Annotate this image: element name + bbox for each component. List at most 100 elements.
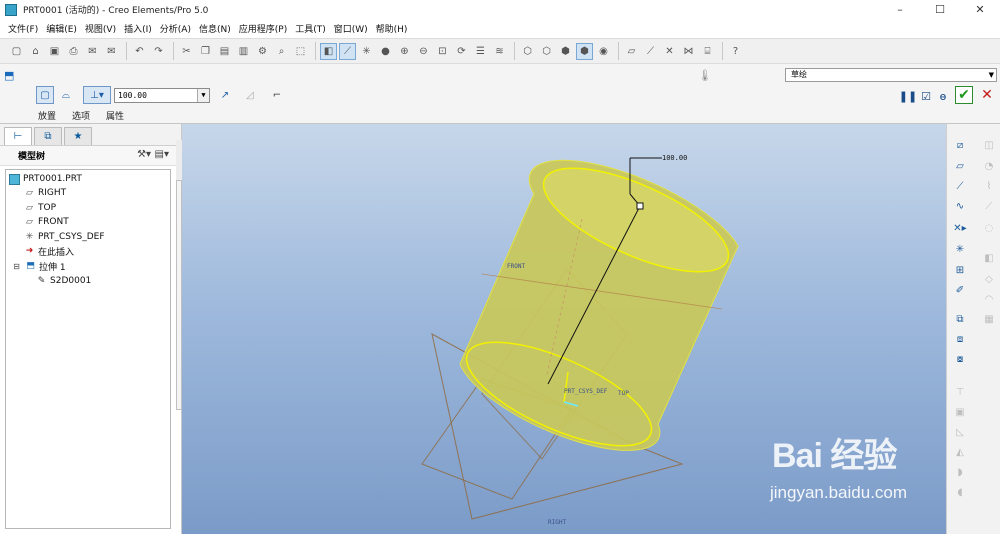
model-tree: PRT0001.PRT ▱ RIGHT ▱ TOP ▱ FRONT ✳ PRT_… (5, 169, 171, 529)
cut-icon[interactable]: ✂ (178, 43, 195, 60)
tree-item-top[interactable]: ▱ TOP (24, 201, 56, 215)
menu-tools[interactable]: 工具(T) (291, 22, 330, 35)
context-help-icon[interactable]: ? (727, 43, 744, 60)
menu-view[interactable]: 视图(V) (81, 22, 120, 35)
toolbar-divider (173, 42, 174, 60)
menu-info[interactable]: 信息(N) (195, 22, 235, 35)
hidden-line-icon[interactable]: ⬡ (538, 43, 555, 60)
print-icon[interactable]: ⎙ (65, 43, 82, 60)
copy-icon[interactable]: ❐ (197, 43, 214, 60)
paste-special-icon[interactable]: ▥ (235, 43, 252, 60)
datum-plane-tool-icon[interactable]: ⧄ (952, 137, 968, 153)
depth-option-icon[interactable]: ⊥▾ (83, 86, 111, 104)
tree-item-right[interactable]: ▱ RIGHT (24, 186, 66, 200)
depth-dimension-value[interactable]: 100.00 (662, 154, 687, 162)
menu-window[interactable]: 窗口(W) (330, 22, 372, 35)
filter-select[interactable]: 草绘 ▼ (785, 68, 997, 82)
extrude-feature-icon: ⬒ (4, 69, 15, 82)
axis-display-icon[interactable]: ⟋ (339, 42, 356, 60)
verify-glasses-icon[interactable]: ɵ (934, 87, 952, 105)
menu-insert[interactable]: 插入(I) (120, 22, 156, 35)
pause-button[interactable]: ❚❚ (899, 87, 917, 105)
enhanced-realism-icon[interactable]: ◉ (595, 43, 612, 60)
top-plane-label: TOP (618, 390, 629, 397)
zoom-out-icon[interactable]: ⊖ (415, 43, 432, 60)
copy-feature-icon[interactable]: ⧉ (952, 311, 968, 327)
menu-file[interactable]: 文件(F) (4, 22, 42, 35)
tree-item-csys[interactable]: ✳ PRT_CSYS_DEF (24, 230, 105, 244)
cancel-button[interactable]: ✕ (978, 86, 996, 104)
plane-tool-icon[interactable]: ▱ (952, 158, 968, 174)
menu-edit[interactable]: 编辑(E) (42, 22, 81, 35)
minimize-button[interactable]: – (880, 0, 920, 19)
sketch-tool-icon[interactable]: ✐ (952, 282, 968, 298)
reorient-icon[interactable]: ⟳ (453, 43, 470, 60)
depth-dropdown-icon[interactable]: ▼ (197, 89, 209, 102)
saved-views-icon[interactable]: ☰ (472, 43, 489, 60)
point-display-icon[interactable]: ✳ (358, 43, 375, 60)
menu-applications[interactable]: 应用程序(P) (235, 22, 291, 35)
menu-help[interactable]: 帮助(H) (372, 22, 412, 35)
tab-properties[interactable]: 属性 (106, 109, 124, 122)
tree-item-sketch[interactable]: ✎ S2D0001 (36, 274, 92, 288)
regenerate-icon[interactable]: ⚙ (254, 43, 271, 60)
datum-point-toggle-icon[interactable]: ✕ (661, 43, 678, 60)
tree-item-part[interactable]: PRT0001.PRT (9, 172, 82, 186)
depth-input[interactable]: 100.00 ▼ (114, 88, 210, 103)
wireframe-icon[interactable]: ⬡ (519, 43, 536, 60)
front-plane-label: FRONT (507, 263, 526, 270)
expand-icon[interactable]: ⊟ (11, 261, 22, 272)
tree-item-insert-here[interactable]: ➜ 在此插入 (24, 244, 74, 258)
shading-icon[interactable]: ⬢ (576, 42, 593, 60)
refit-icon[interactable]: ⊡ (434, 43, 451, 60)
close-button[interactable]: ✕ (960, 0, 1000, 19)
tree-item-front[interactable]: ▱ FRONT (24, 215, 69, 229)
tree-item-extrude[interactable]: ⊟ ⬒ 拉伸 1 (11, 259, 65, 273)
tab-favorites-icon[interactable]: ★ (64, 127, 92, 145)
mirror-tool-icon[interactable]: ⧈ (952, 331, 968, 347)
preview-checkbox[interactable]: ☑ (917, 87, 935, 105)
csys-toggle-icon[interactable]: ⋈ (680, 43, 697, 60)
csys-tool-icon[interactable]: ✳ (952, 241, 968, 257)
graphics-viewport[interactable]: 100.00 FRONT TOP PRT_CSYS_DEF RIGHT (182, 124, 946, 534)
ok-button[interactable]: ✔ (955, 86, 973, 104)
paste-icon[interactable]: ▤ (216, 43, 233, 60)
surface-extrude-icon[interactable]: ⌓ (57, 86, 75, 104)
zoom-in-icon[interactable]: ⊕ (396, 43, 413, 60)
tab-placement[interactable]: 放置 (38, 109, 56, 122)
flip-direction-icon[interactable]: ↗ (216, 86, 234, 104)
datum-plane-toggle-icon[interactable]: ▱ (623, 43, 640, 60)
tab-options[interactable]: 选项 (72, 109, 90, 122)
send-link-icon[interactable]: ✉ (103, 43, 120, 60)
solid-extrude-icon[interactable]: ▢ (36, 86, 54, 104)
maximize-button[interactable]: ☐ (920, 0, 960, 19)
save-icon[interactable]: ▣ (46, 43, 63, 60)
find-icon[interactable]: ⌕ (273, 43, 290, 60)
selection-box-icon[interactable]: ⬚ (292, 43, 309, 60)
undo-icon[interactable]: ↶ (131, 43, 148, 60)
no-hidden-icon[interactable]: ⬢ (557, 43, 574, 60)
annotation-toggle-icon[interactable]: ⌸ (699, 43, 716, 60)
axis-tool-icon[interactable]: ⟋ (952, 178, 968, 194)
analysis-tool-icon[interactable]: ⊞ (952, 262, 968, 278)
blend-tool-icon: ⟋ (985, 200, 993, 212)
tab-model-tree-icon[interactable]: ⊢ (4, 127, 32, 145)
send-mail-icon[interactable]: ✉ (84, 43, 101, 60)
datum-axis-toggle-icon[interactable]: ⟋ (642, 43, 659, 60)
new-file-icon[interactable]: ▢ (8, 43, 25, 60)
tab-folder-browser-icon[interactable]: ⧉ (34, 127, 62, 145)
shade-sphere-icon[interactable]: ● (377, 43, 394, 60)
tree-settings-icon[interactable]: ⚒▾ ▤▾ (137, 149, 169, 160)
remove-material-icon[interactable]: ◿ (241, 86, 259, 104)
open-file-icon[interactable]: ⌂ (27, 43, 44, 60)
redo-icon[interactable]: ↷ (150, 43, 167, 60)
menu-analysis[interactable]: 分析(A) (156, 22, 195, 35)
merge-tool-icon[interactable]: ⧇ (952, 351, 968, 367)
plane-display-icon[interactable]: ◧ (320, 42, 337, 60)
layers-icon[interactable]: ≋ (491, 43, 508, 60)
curve-tool-icon[interactable]: ∿ (952, 198, 968, 214)
part-icon (9, 173, 20, 185)
point-tool-icon[interactable]: ✕▸ (952, 220, 968, 236)
drag-handle[interactable] (636, 202, 644, 210)
thicken-sketch-icon[interactable]: ⌐ (268, 86, 286, 104)
